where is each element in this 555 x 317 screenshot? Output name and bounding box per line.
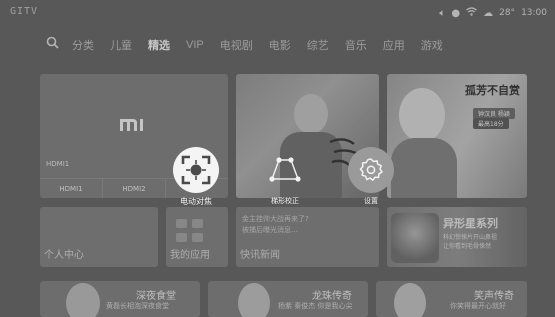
focus-button[interactable]: 电动对焦 [173, 147, 219, 207]
settings-button[interactable]: 设置 [348, 147, 394, 206]
focus-label: 电动对焦 [180, 197, 212, 206]
settings-button-circle [348, 147, 394, 193]
keystone-label: 梯形校正 [271, 197, 299, 205]
keystone-button-circle [262, 147, 308, 193]
focus-button-circle [173, 147, 219, 193]
settings-label: 设置 [364, 197, 378, 205]
gear-icon [359, 158, 383, 181]
focus-icon [181, 155, 211, 185]
keystone-icon [269, 157, 301, 182]
keystone-button[interactable]: 梯形校正 [262, 147, 308, 206]
